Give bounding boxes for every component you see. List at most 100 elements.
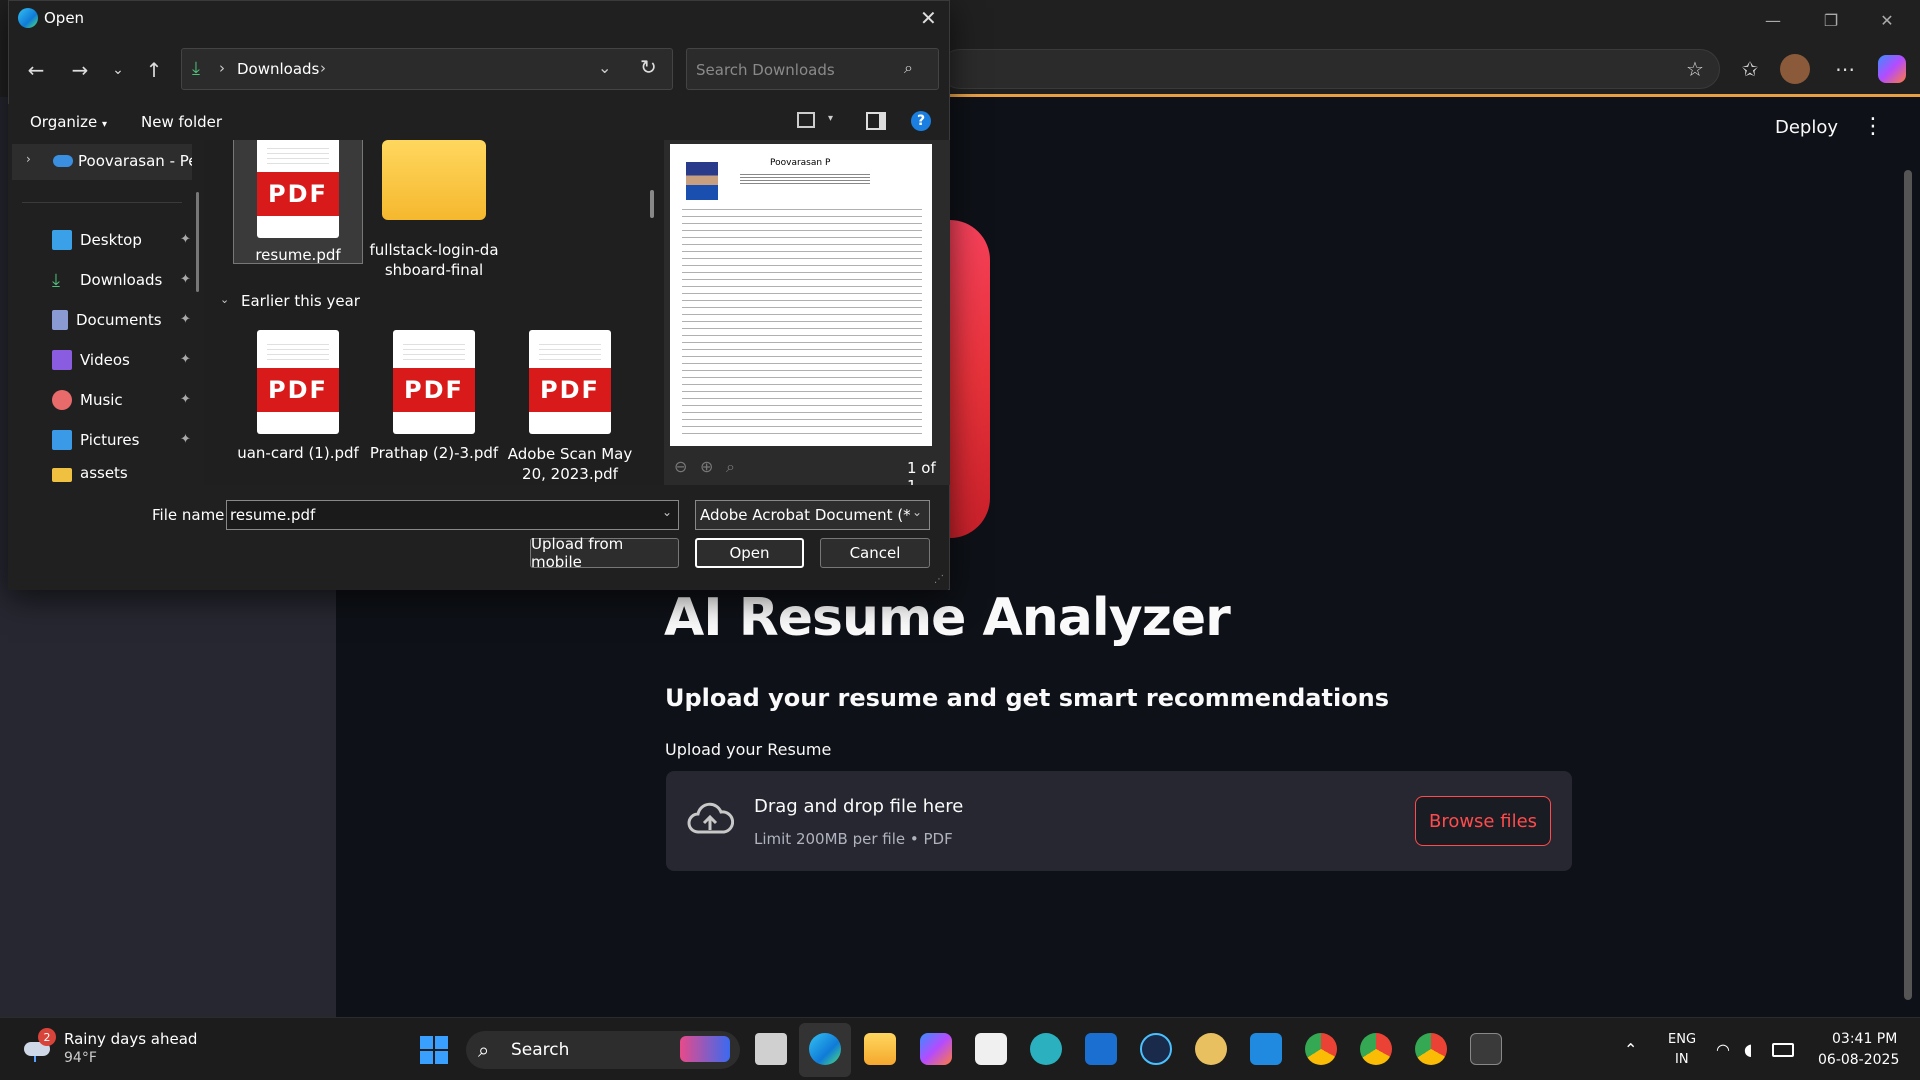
weather-title[interactable]: Rainy days ahead [64, 1030, 197, 1048]
clock-time[interactable]: 03:41 PM [1832, 1031, 1897, 1047]
view-dropdown-icon[interactable]: ▾ [828, 113, 833, 124]
file-name: Adobe Scan May 20, 2023.pdf [507, 445, 633, 483]
pin-icon[interactable]: ✦ [180, 272, 191, 287]
chrome-icon[interactable] [1305, 1033, 1337, 1065]
onedrive-icon [53, 155, 73, 167]
search-icon: ⌕ [478, 1038, 490, 1062]
task-view-icon[interactable] [755, 1033, 787, 1065]
nav-item-label: Desktop [80, 231, 142, 249]
people-icon[interactable] [1030, 1033, 1062, 1065]
more-menu-icon[interactable]: ⋯ [1825, 49, 1865, 89]
file-item-resume[interactable]: PDF resume.pdf [233, 140, 363, 264]
file-name: resume.pdf [255, 246, 341, 264]
file-item-adobe-scan[interactable]: PDF Adobe Scan May 20, 2023.pdf [505, 330, 635, 484]
prev-page-icon[interactable]: ⊖ [674, 457, 687, 476]
file-item-uan-card[interactable]: PDF uan-card (1).pdf [233, 330, 363, 462]
restore-icon[interactable]: ❐ [1808, 0, 1854, 40]
favorite-star-icon[interactable]: ☆ [1675, 49, 1715, 89]
edge-icon[interactable] [809, 1033, 841, 1065]
nav-item-videos[interactable]: Videos [52, 346, 130, 374]
back-arrow-icon[interactable]: ← [18, 52, 54, 88]
view-options-icon[interactable] [797, 112, 815, 128]
page-scrollbar[interactable] [1904, 170, 1912, 1000]
preview-pane-icon[interactable] [866, 112, 886, 130]
folder-icon [52, 468, 72, 482]
favorites-icon[interactable]: ✩ [1730, 49, 1770, 89]
next-page-icon[interactable]: ⊕ [700, 457, 713, 476]
nav-item-label: Pictures [80, 431, 140, 449]
pin-icon[interactable]: ✦ [180, 352, 191, 367]
volume-icon[interactable]: ◖ [1744, 1040, 1752, 1059]
expand-chevron-icon[interactable]: › [26, 152, 31, 166]
zoom-icon[interactable]: ⌕ [726, 457, 735, 477]
chrome-profile-2-icon[interactable] [1415, 1033, 1447, 1065]
copilot-icon[interactable] [920, 1033, 952, 1065]
language-bottom: IN [1675, 1052, 1689, 1067]
path-segment[interactable]: Downloads [237, 60, 319, 78]
group-chevron-icon[interactable]: ⌄ [220, 293, 229, 306]
file-item-prathap[interactable]: PDF Prathap (2)-3.pdf [369, 330, 499, 462]
content-scrollbar[interactable] [650, 190, 654, 218]
resize-grip-icon[interactable]: ⋰ [934, 574, 944, 585]
windows-start-icon[interactable] [420, 1036, 448, 1064]
vscode-icon[interactable] [1250, 1033, 1282, 1065]
nav-item-downloads[interactable]: ⤓ Downloads [52, 266, 162, 294]
nav-item-desktop[interactable]: Desktop [52, 226, 142, 254]
file-explorer-icon[interactable] [864, 1033, 896, 1065]
pin-icon[interactable]: ✦ [180, 392, 191, 407]
organize-button[interactable]: Organize ▾ [30, 113, 107, 131]
upload-label: Upload your Resume [665, 740, 832, 759]
nav-item-music[interactable]: Music [52, 386, 123, 414]
open-button[interactable]: Open [695, 538, 804, 568]
close-window-icon[interactable]: ✕ [1864, 0, 1910, 40]
filetype-dropdown-icon[interactable]: ⌄ [912, 505, 922, 519]
up-arrow-icon[interactable]: ↑ [136, 52, 172, 88]
pin-icon[interactable]: ✦ [180, 432, 191, 447]
help-icon[interactable]: ? [911, 111, 931, 131]
cloud-upload-icon [687, 802, 734, 834]
cancel-button[interactable]: Cancel [820, 538, 930, 568]
dialog-close-icon[interactable]: ✕ [920, 6, 937, 30]
language-top[interactable]: ENG [1668, 1032, 1696, 1047]
app-menu-icon[interactable]: ⋮ [1862, 114, 1884, 139]
address-bar[interactable] [940, 49, 1720, 89]
nav-scrollbar[interactable] [196, 192, 199, 292]
path-dropdown-icon[interactable]: ⌄ [598, 58, 611, 77]
upload-from-mobile-button[interactable]: Upload from mobile [530, 535, 679, 571]
copilot-icon[interactable] [1878, 55, 1906, 83]
app-icon[interactable] [1140, 1033, 1172, 1065]
profile-avatar[interactable] [1780, 54, 1810, 84]
refresh-icon[interactable]: ↻ [640, 55, 657, 79]
chrome-profile-icon[interactable] [1360, 1033, 1392, 1065]
browse-files-button[interactable]: Browse files [1415, 796, 1551, 846]
forward-arrow-icon[interactable]: → [62, 52, 98, 88]
preview-contact-lines [740, 172, 870, 186]
music-icon [52, 390, 72, 410]
minimize-icon[interactable]: — [1750, 0, 1796, 40]
taskbar-search-label: Search [511, 1040, 570, 1060]
pin-icon[interactable]: ✦ [180, 232, 191, 247]
search-placeholder: Search Downloads [696, 61, 835, 79]
nav-item-assets[interactable]: assets [52, 464, 128, 485]
deploy-button[interactable]: Deploy [1775, 117, 1838, 138]
nav-item-documents[interactable]: Documents [52, 306, 162, 334]
recent-chevron-icon[interactable]: ⌄ [100, 52, 136, 88]
pin-icon[interactable]: ✦ [180, 312, 191, 327]
store-icon[interactable] [975, 1033, 1007, 1065]
chevron-down-icon: ▾ [101, 119, 108, 130]
nav-item-pictures[interactable]: Pictures [52, 426, 139, 454]
new-folder-button[interactable]: New folder [141, 113, 222, 131]
file-item-folder[interactable]: fullstack-login-dashboard-final [369, 140, 499, 280]
group-header[interactable]: Earlier this year [241, 292, 360, 310]
filename-dropdown-icon[interactable]: ⌄ [662, 505, 672, 519]
terminal-icon[interactable] [1470, 1033, 1502, 1065]
dropzone-limit: Limit 200MB per file • PDF [754, 830, 953, 848]
wifi-icon[interactable]: ◠ [1716, 1040, 1730, 1059]
tray-chevron-icon[interactable]: ⌃ [1624, 1040, 1637, 1059]
filetype-value: Adobe Acrobat Document (*.pdf) [700, 506, 910, 524]
battery-icon[interactable] [1772, 1043, 1794, 1057]
outlook-icon[interactable] [1085, 1033, 1117, 1065]
folder-icon [382, 140, 486, 220]
downloads-icon: ⤓ [192, 58, 200, 79]
emblem-app-icon[interactable] [1195, 1033, 1227, 1065]
